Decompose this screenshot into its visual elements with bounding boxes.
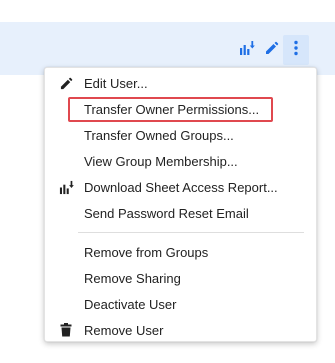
menu-item-label: Transfer Owned Groups...: [84, 127, 234, 143]
menu-item-remove-user[interactable]: Remove User: [45, 317, 316, 343]
pencil-icon: [265, 41, 279, 60]
download-report-button[interactable]: [234, 37, 260, 63]
row-actions: [0, 35, 335, 65]
more-actions-button[interactable]: [283, 35, 309, 65]
menu-item-label: Deactivate User: [84, 296, 177, 312]
menu-item-transfer-owner-permissions[interactable]: Transfer Owner Permissions...: [45, 96, 316, 122]
menu-item-label: Edit User...: [84, 75, 148, 91]
menu-item-send-password-reset-email[interactable]: Send Password Reset Email: [45, 200, 316, 226]
menu-item-transfer-owned-groups[interactable]: Transfer Owned Groups...: [45, 122, 316, 148]
menu-item-label: Remove User: [84, 322, 164, 338]
pencil-icon: [58, 75, 74, 91]
context-menu: Edit User... Transfer Owner Permissions.…: [44, 67, 317, 342]
menu-divider: [78, 232, 304, 233]
menu-item-label: Send Password Reset Email: [84, 205, 249, 221]
download-report-icon: [239, 40, 255, 61]
menu-item-remove-from-groups[interactable]: Remove from Groups: [45, 239, 316, 265]
menu-item-edit-user[interactable]: Edit User...: [45, 70, 316, 96]
edit-button[interactable]: [259, 37, 285, 63]
menu-item-deactivate-user[interactable]: Deactivate User: [45, 291, 316, 317]
page: Edit User... Transfer Owner Permissions.…: [0, 0, 335, 363]
menu-item-label: View Group Membership...: [84, 153, 238, 169]
menu-item-remove-sharing[interactable]: Remove Sharing: [45, 265, 316, 291]
menu-item-label: Remove Sharing: [84, 270, 181, 286]
menu-item-label: Download Sheet Access Report...: [84, 179, 278, 195]
trash-icon: [58, 322, 74, 338]
menu-item-label: Remove from Groups: [84, 244, 209, 260]
download-report-icon: [58, 179, 74, 195]
menu-item-view-group-membership[interactable]: View Group Membership...: [45, 148, 316, 174]
menu-item-label: Transfer Owner Permissions...: [84, 101, 260, 117]
more-vertical-icon: [293, 40, 299, 61]
menu-item-download-sheet-access-report[interactable]: Download Sheet Access Report...: [45, 174, 316, 200]
